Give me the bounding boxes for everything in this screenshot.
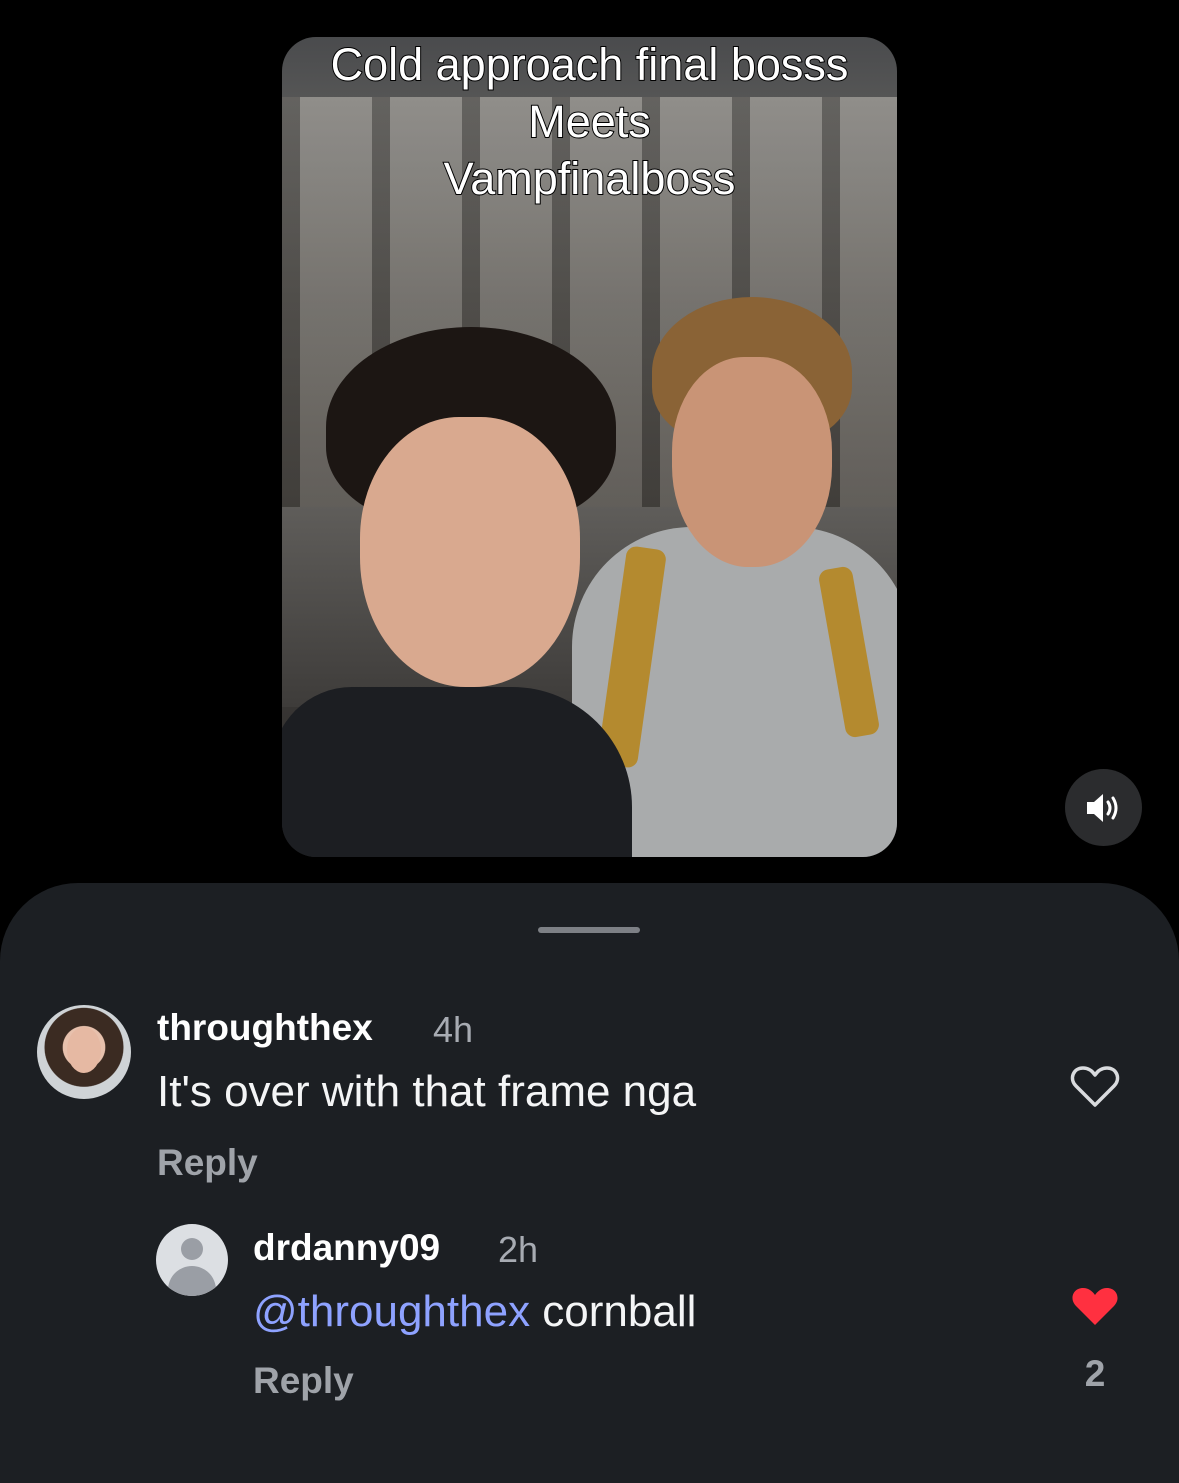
comment-username[interactable]: throughthex (157, 1007, 373, 1049)
caption-line-3: Vampfinalboss (443, 152, 737, 205)
volume-button[interactable] (1065, 769, 1142, 846)
comment-time: 2h (498, 1229, 539, 1270)
comment-text: @throughthex cornball (253, 1287, 696, 1337)
heart-outline-icon[interactable] (1070, 1065, 1120, 1109)
avatar[interactable] (37, 1005, 131, 1099)
comments-sheet: throughthex 4h It's over with that frame… (0, 883, 1179, 1483)
video-person-left (282, 327, 632, 857)
caption-line-1: Cold approach final bosss (330, 38, 850, 91)
comment-username[interactable]: drdanny09 (253, 1227, 440, 1269)
caption-line-2: Meets (527, 95, 652, 148)
reply-button[interactable]: Reply (253, 1360, 354, 1402)
comment-time: 4h (433, 1009, 474, 1050)
mention-link[interactable]: @throughthex (253, 1287, 530, 1336)
like-count: 2 (1084, 1353, 1106, 1394)
avatar[interactable] (156, 1224, 228, 1296)
heart-filled-icon[interactable] (1070, 1285, 1120, 1329)
comment-text-body: cornball (530, 1287, 697, 1336)
comment-text: It's over with that frame nga (157, 1067, 697, 1116)
reply-button[interactable]: Reply (157, 1142, 258, 1184)
speaker-volume-icon (1086, 793, 1117, 822)
video-caption: Cold approach final bosss Meets Vampfina… (282, 36, 897, 207)
sheet-drag-handle[interactable] (538, 927, 640, 933)
